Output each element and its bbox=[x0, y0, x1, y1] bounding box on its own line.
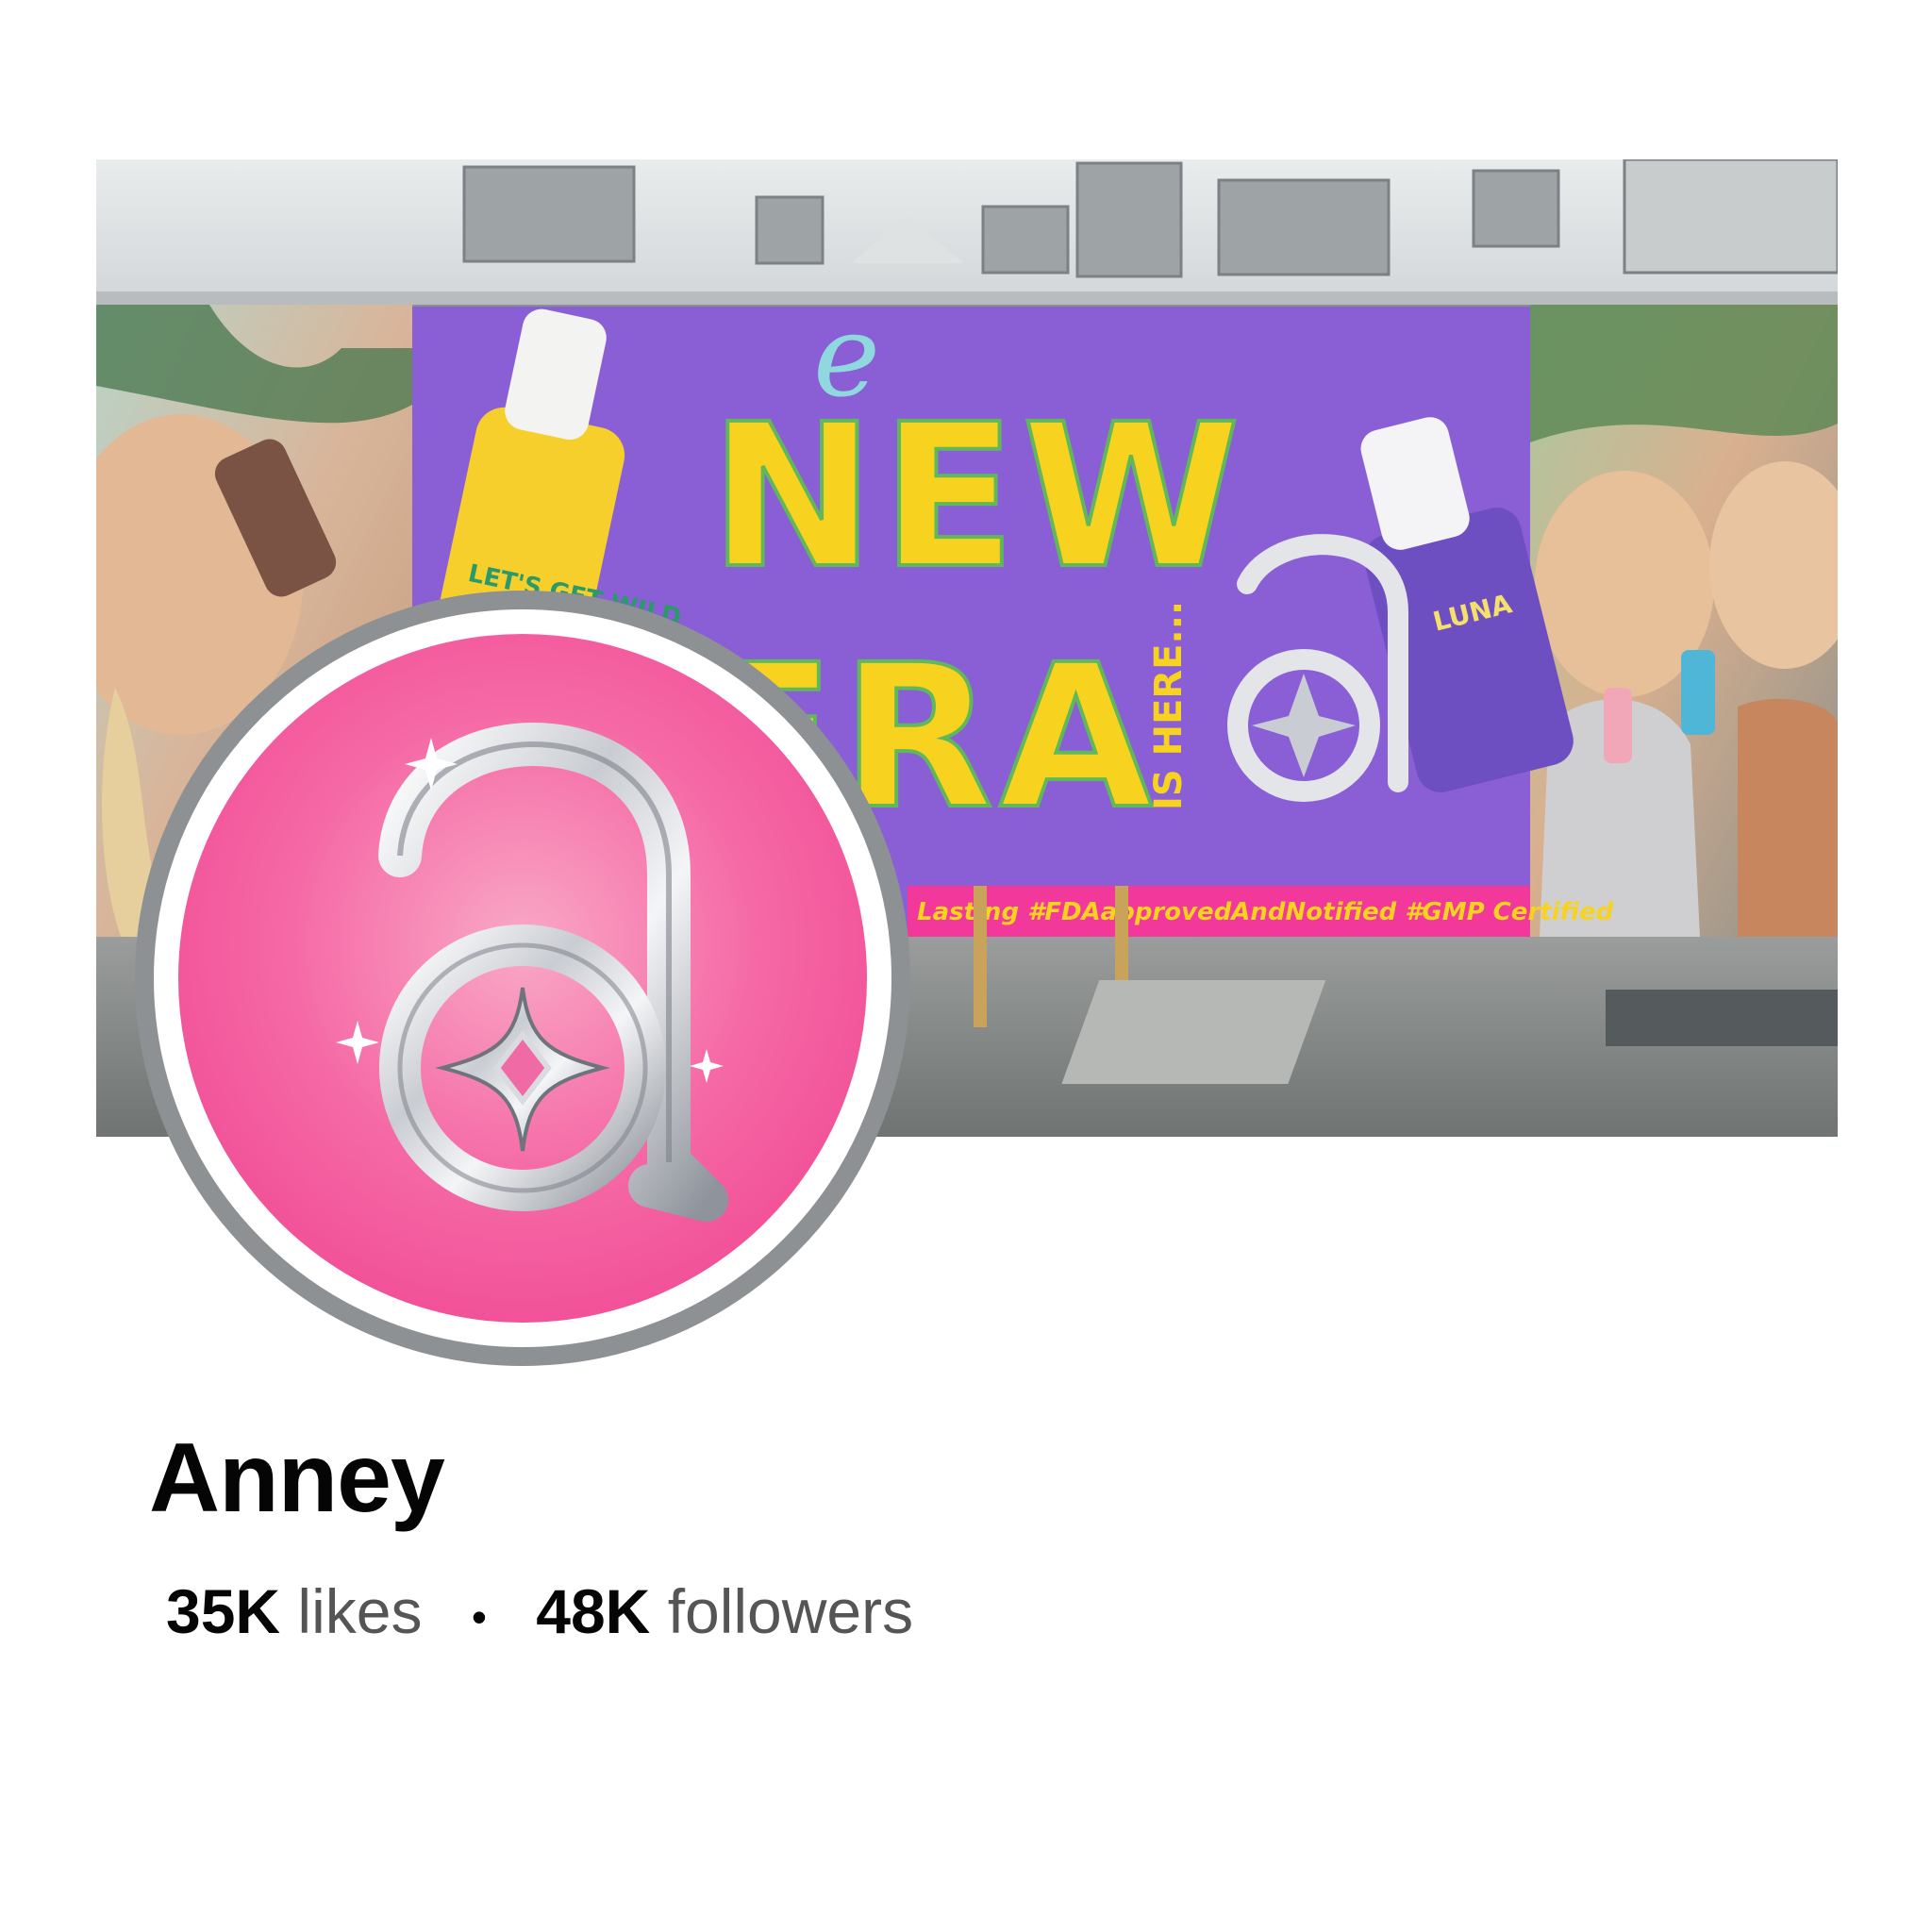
hashtag-strip: Lasting #FDAapprovedAndNotified #GMP Cer… bbox=[917, 898, 1614, 926]
likes-label: likes bbox=[297, 1576, 423, 1646]
profile-avatar[interactable] bbox=[135, 591, 910, 1366]
followers-label[interactable]: followers bbox=[668, 1576, 913, 1646]
headline-new: NEW bbox=[709, 381, 1246, 612]
likes-count: 35K bbox=[166, 1576, 281, 1646]
page-title: Anney bbox=[149, 1424, 445, 1533]
stats-separator: • bbox=[471, 1591, 487, 1641]
page-stats: 35K likes • 48K followers bbox=[166, 1575, 913, 1647]
is-here-text: IS HERE... bbox=[1147, 601, 1191, 810]
avatar-background bbox=[178, 634, 867, 1323]
followers-count[interactable]: 48K bbox=[536, 1576, 650, 1646]
anney-logo-icon bbox=[336, 723, 728, 1222]
